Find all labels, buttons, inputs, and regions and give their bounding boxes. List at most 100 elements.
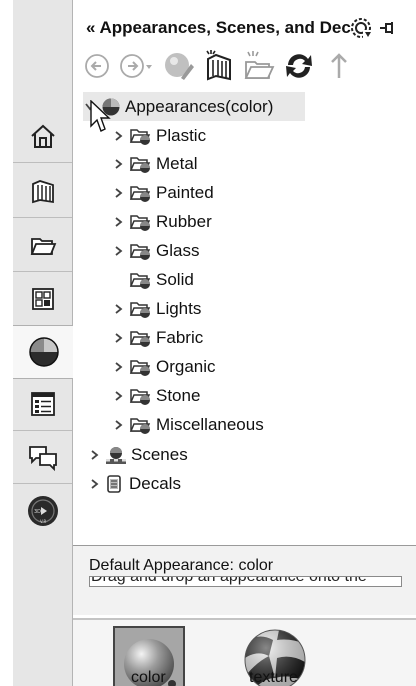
chevron-right-icon[interactable]: [111, 303, 125, 315]
chevron-right-icon[interactable]: [111, 390, 125, 402]
appearances-pane: « Appearances, Scenes, and Decals Appear…: [73, 0, 416, 686]
tree-item-decals[interactable]: Decals: [87, 469, 181, 498]
tree-item-metal[interactable]: Metal: [111, 150, 198, 179]
gallery-label-color: color: [131, 669, 166, 686]
collapse-pane-button[interactable]: «: [86, 18, 95, 38]
default-appearance-label: Default Appearance: color: [89, 557, 274, 574]
appearance-folder-icon: [129, 273, 151, 289]
view-palette-icon: [31, 287, 54, 310]
description-text: Drag and drop an appearance onto the: [91, 576, 367, 585]
tree-item-miscellaneous[interactable]: Miscellaneous: [111, 410, 264, 439]
back-arrow-icon: [85, 54, 109, 78]
info-panel: Default Appearance: color Drag and drop …: [73, 545, 416, 615]
tree-item-organic[interactable]: Organic: [111, 352, 216, 381]
home-tab[interactable]: [13, 109, 72, 163]
chevron-right-icon[interactable]: [111, 130, 125, 142]
chevron-right-icon[interactable]: [111, 332, 125, 344]
appearance-folder-icon: [129, 417, 151, 434]
back-button[interactable]: [77, 46, 117, 86]
tree-item-fabric[interactable]: Fabric: [111, 323, 203, 352]
chevron-right-icon[interactable]: [111, 361, 125, 373]
tree-item-painted[interactable]: Painted: [111, 179, 214, 208]
library-button[interactable]: [199, 46, 239, 86]
tree-item-label: Appearances(color): [125, 96, 274, 116]
3dexperience-tab[interactable]: 3D V.R: [13, 484, 72, 538]
tree-item-solid[interactable]: Solid: [111, 266, 194, 295]
tree-item-scenes[interactable]: Scenes: [87, 440, 188, 469]
custom-properties-tab[interactable]: [13, 377, 72, 431]
tree-item-label: Organic: [156, 356, 216, 376]
tree-item-label: Fabric: [156, 327, 204, 347]
new-folder-button[interactable]: [239, 46, 279, 86]
tree-item-label: Scenes: [131, 444, 188, 464]
view-palette-tab[interactable]: [13, 272, 72, 326]
refresh-button[interactable]: [279, 46, 319, 86]
home-icon: [30, 124, 55, 148]
appearance-folder-icon: [129, 157, 151, 174]
edit-appearance-button[interactable]: [159, 46, 199, 86]
svg-text:V.R: V.R: [40, 519, 46, 524]
library-icon: [206, 50, 231, 81]
tree-item-label: Decals: [129, 473, 181, 493]
refresh-icon: [286, 54, 312, 78]
folder-icon: [30, 237, 56, 255]
decals-icon: [107, 474, 121, 493]
file-explorer-tab[interactable]: [13, 218, 72, 272]
tree-item-label: Glass: [156, 241, 200, 261]
appearance-folder-icon: [129, 302, 151, 318]
tree-item-lights[interactable]: Lights: [111, 294, 201, 323]
tree-item-label: Plastic: [156, 125, 207, 145]
tree-item-label: Painted: [156, 183, 214, 203]
tree-item-root[interactable]: Appearances(color): [83, 92, 305, 121]
tree-item-label: Metal: [156, 154, 198, 174]
tree-item-plastic[interactable]: Plastic: [111, 121, 206, 150]
chevron-right-icon[interactable]: [87, 478, 101, 490]
tree-item-label: Lights: [156, 298, 202, 318]
design-library-tab[interactable]: [13, 164, 72, 218]
task-pane-tabs: 3D V.R: [13, 0, 74, 686]
chevron-right-icon[interactable]: [111, 158, 125, 170]
pane-toolbar: [73, 46, 416, 86]
gallery-label-texture: texture: [249, 669, 298, 686]
appearance-folder-icon: [129, 128, 151, 145]
appearance-folder-icon: [129, 388, 151, 405]
tree-item-label: Miscellaneous: [156, 414, 264, 434]
scenes-icon: [106, 446, 126, 464]
up-button[interactable]: [319, 46, 359, 86]
appearance-folder-icon: [129, 244, 151, 261]
properties-icon: [30, 391, 55, 416]
pane-title: Appearances, Scenes, and Decals: [99, 18, 352, 37]
tree-item-label: Rubber: [156, 212, 212, 232]
library-icon: [31, 179, 54, 203]
description-box: Drag and drop an appearance onto the: [89, 576, 402, 587]
up-arrow-icon: [331, 53, 347, 78]
appearance-folder-icon: [129, 186, 151, 203]
tree-item-glass[interactable]: Glass: [111, 237, 199, 266]
chevron-right-icon[interactable]: [111, 245, 125, 257]
forward-button[interactable]: [117, 46, 157, 86]
appearance-folder-icon: [129, 359, 151, 376]
mouse-cursor-icon: [90, 100, 111, 132]
chevron-right-icon[interactable]: [87, 449, 101, 461]
gear-icon[interactable]: [349, 16, 373, 40]
tree-item-stone[interactable]: Stone: [111, 381, 200, 410]
appearance-gallery: [73, 620, 416, 686]
pane-header: « Appearances, Scenes, and Decals: [73, 15, 416, 41]
tree-item-label: Stone: [156, 385, 201, 405]
appearance-folder-icon: [129, 331, 151, 347]
forward-arrow-icon: [120, 54, 152, 78]
chat-icon: [28, 445, 57, 471]
appearances-tab[interactable]: [13, 325, 74, 379]
chevron-right-icon[interactable]: [111, 419, 125, 431]
tree-item-rubber[interactable]: Rubber: [111, 208, 212, 237]
appearance-folder-icon: [129, 215, 151, 232]
new-folder-icon: [244, 51, 275, 79]
edit-appearance-icon: [165, 53, 194, 80]
svg-text:3D: 3D: [34, 509, 41, 515]
chevron-right-icon[interactable]: [111, 216, 125, 228]
tree-item-label: Solid: [156, 270, 194, 289]
compass-icon: 3D V.R: [27, 496, 58, 526]
chevron-right-icon[interactable]: [111, 187, 125, 199]
pin-icon[interactable]: [377, 18, 397, 38]
forum-tab[interactable]: [13, 430, 72, 484]
